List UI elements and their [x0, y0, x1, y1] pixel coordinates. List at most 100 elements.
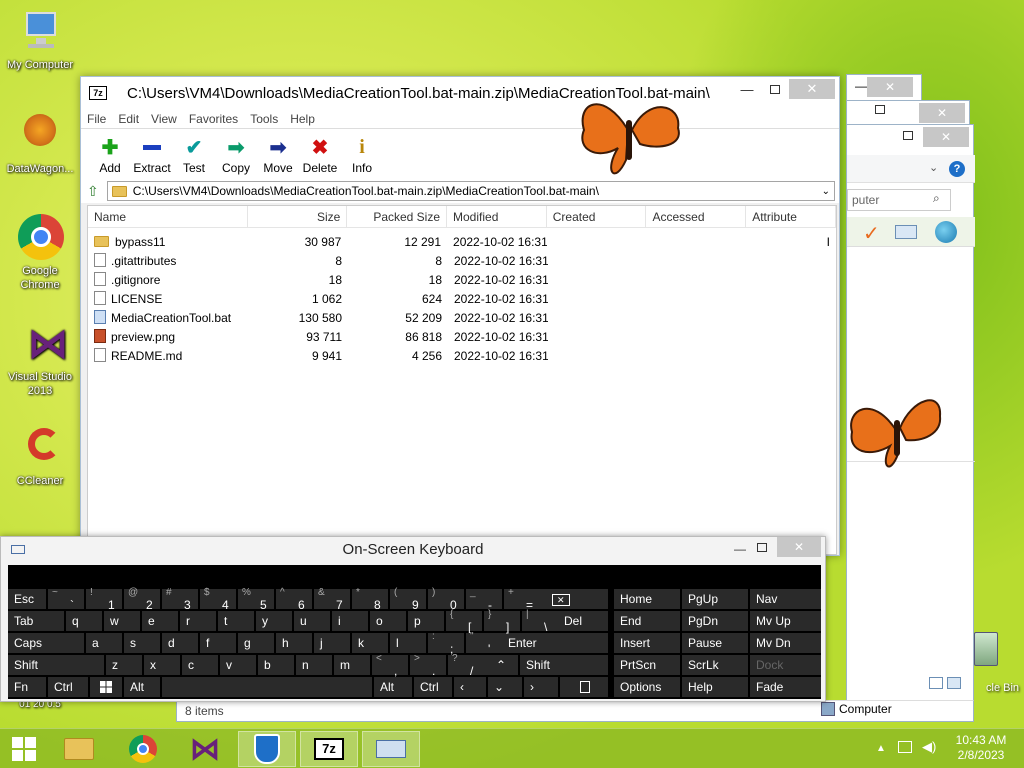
- minimize-icon[interactable]: —: [855, 79, 867, 93]
- menu-view[interactable]: View: [151, 112, 177, 126]
- menu-help[interactable]: Help: [290, 112, 315, 126]
- key-u[interactable]: u: [294, 611, 330, 631]
- check-icon[interactable]: ✓: [863, 221, 880, 246]
- menu-edit[interactable]: Edit: [118, 112, 139, 126]
- key-o[interactable]: o: [370, 611, 406, 631]
- key-s[interactable]: s: [124, 633, 160, 653]
- taskbar-on-screen-keyboard[interactable]: [362, 731, 420, 767]
- copy-button[interactable]: ➡ Copy: [215, 129, 257, 179]
- taskbar-visual-studio[interactable]: ⋈: [176, 731, 234, 767]
- add-button[interactable]: ✚ Add: [89, 129, 131, 179]
- info-button[interactable]: i Info: [341, 129, 383, 179]
- table-row[interactable]: README.md 9 941 4 256 2022-10-02 16:31: [88, 346, 836, 365]
- key-9[interactable]: (9: [390, 587, 426, 612]
- key-help[interactable]: Help: [682, 677, 748, 697]
- taskbar-file-explorer[interactable]: [50, 731, 108, 767]
- network-icon[interactable]: [898, 741, 912, 753]
- key-alt-left[interactable]: Alt: [124, 677, 160, 697]
- key-tab[interactable]: Tab: [8, 611, 64, 631]
- desktop-icon-ccleaner[interactable]: CCleaner: [2, 424, 78, 488]
- volume-icon[interactable]: ◀): [922, 739, 936, 755]
- table-row[interactable]: MediaCreationTool.bat 130 580 52 209 2022-1…: [88, 308, 836, 327]
- up-folder-icon[interactable]: ⇧: [87, 183, 99, 200]
- key-h[interactable]: h: [276, 633, 312, 653]
- chevron-down-icon[interactable]: ⌄: [929, 161, 938, 174]
- start-button[interactable]: [0, 731, 48, 767]
- key-g[interactable]: g: [238, 633, 274, 653]
- key-=[interactable]: + =: [504, 587, 540, 612]
- key-n[interactable]: n: [296, 655, 332, 675]
- maximize-icon[interactable]: [875, 105, 885, 114]
- key-arrow-down[interactable]: ⌄: [488, 677, 522, 697]
- key-\[interactable]: | \: [522, 609, 558, 634]
- table-row[interactable]: LICENSE 1 062 624 2022-10-02 16:31: [88, 289, 836, 308]
- menu-favorites[interactable]: Favorites: [189, 112, 238, 126]
- minimize-button[interactable]: —: [733, 79, 761, 99]
- table-row[interactable]: bypass11 30 987 12 291 2022-10-02 16:31 I: [88, 232, 836, 251]
- key-e[interactable]: e: [142, 611, 178, 631]
- extract-button[interactable]: Extract: [131, 129, 173, 179]
- key-fade[interactable]: Fade: [750, 677, 821, 697]
- column-modified[interactable]: Modified: [447, 205, 547, 228]
- file-list[interactable]: Name Size Packed Size Modified Created A…: [87, 205, 837, 555]
- close-icon[interactable]: ✕: [919, 103, 965, 123]
- key-x[interactable]: x: [144, 655, 180, 675]
- key-k[interactable]: k: [352, 633, 388, 653]
- key-menu[interactable]: [560, 677, 608, 697]
- minimize-button[interactable]: —: [729, 539, 751, 559]
- test-button[interactable]: ✔ Test: [173, 129, 215, 179]
- delete-button[interactable]: ✖ Delete: [299, 129, 341, 179]
- key-0[interactable]: ) 0: [428, 587, 464, 612]
- key-esc[interactable]: Esc: [8, 589, 46, 609]
- desktop-icon-my-computer[interactable]: My Computer: [2, 8, 78, 72]
- key-j[interactable]: j: [314, 633, 350, 653]
- table-row[interactable]: .gitignore 18 18 2022-10-02 16:31: [88, 270, 836, 289]
- key-caps[interactable]: Caps: [8, 633, 84, 653]
- key-3[interactable]: #3: [162, 587, 198, 612]
- help-icon[interactable]: ?: [949, 161, 965, 177]
- column-accessed[interactable]: Accessed: [646, 205, 747, 228]
- on-screen-keyboard-window[interactable]: On-Screen Keyboard — ✕ Esc ✕ Tab Del Cap…: [0, 536, 826, 702]
- key-fn[interactable]: Fn: [8, 677, 46, 697]
- key-r[interactable]: r: [180, 611, 216, 631]
- table-row[interactable]: .gitattributes 8 8 2022-10-02 16:31: [88, 251, 836, 270]
- key-z[interactable]: z: [106, 655, 142, 675]
- key-;[interactable]: :;: [428, 631, 464, 656]
- move-button[interactable]: ➡ Move: [257, 129, 299, 179]
- key-shift-left[interactable]: Shift: [8, 655, 104, 675]
- menu-tools[interactable]: Tools: [250, 112, 278, 126]
- key-nav[interactable]: Nav: [750, 589, 821, 609]
- column-attributes[interactable]: Attribute: [746, 205, 836, 228]
- key-arrow-right[interactable]: ›: [524, 677, 558, 697]
- key-insert[interactable]: Insert: [614, 633, 680, 653]
- key-7[interactable]: & 7: [314, 587, 350, 612]
- key-mv-up[interactable]: Mv Up: [750, 611, 821, 631]
- desktop-icon-recycle-bin[interactable]: cle Bin: [966, 632, 1024, 702]
- clock[interactable]: 10:43 AM 2/8/2023: [946, 733, 1016, 763]
- chevron-down-icon[interactable]: ⌄: [822, 186, 830, 197]
- taskbar-defender[interactable]: [238, 731, 296, 767]
- key-d[interactable]: d: [162, 633, 198, 653]
- key-`[interactable]: ~ `: [48, 587, 84, 612]
- card-icon[interactable]: [895, 225, 917, 239]
- key-shift-right[interactable]: Shift: [520, 655, 608, 675]
- desktop-icon-chrome[interactable]: Google Chrome: [2, 214, 78, 292]
- key-[[interactable]: {[: [446, 609, 482, 634]
- key-5[interactable]: % 5: [238, 587, 274, 612]
- key-6[interactable]: ^ 6: [276, 587, 312, 612]
- key-space[interactable]: [162, 677, 372, 697]
- maximize-button[interactable]: [761, 79, 789, 99]
- key-2[interactable]: @2: [124, 587, 160, 612]
- column-name[interactable]: Name: [88, 205, 248, 228]
- close-button[interactable]: ✕: [777, 537, 821, 557]
- close-button[interactable]: ✕: [789, 79, 835, 99]
- column-size[interactable]: Size: [248, 205, 348, 228]
- maximize-icon[interactable]: [903, 131, 913, 140]
- key-v[interactable]: v: [220, 655, 256, 675]
- key-enter[interactable]: Enter: [502, 633, 608, 653]
- key-y[interactable]: y: [256, 611, 292, 631]
- close-icon[interactable]: ✕: [923, 127, 969, 147]
- key-options[interactable]: Options: [614, 677, 680, 697]
- taskbar-7zip[interactable]: 7z: [300, 731, 358, 767]
- key-l[interactable]: l: [390, 633, 426, 653]
